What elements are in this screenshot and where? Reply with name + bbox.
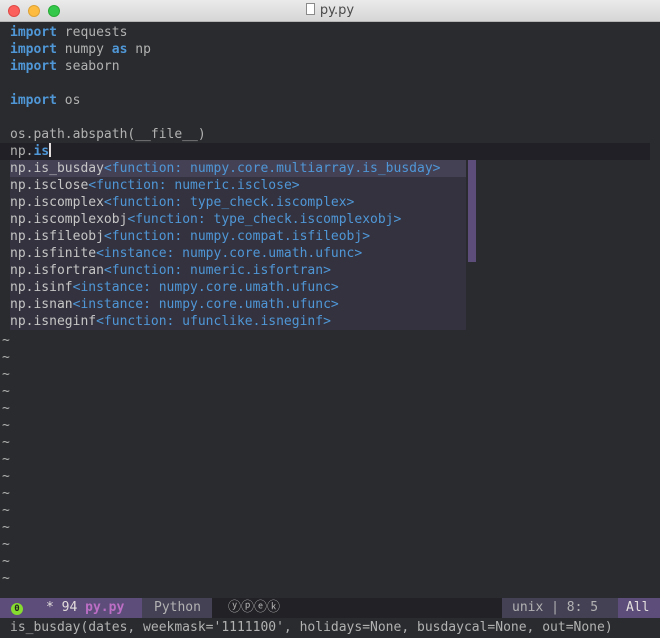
completion-item[interactable]: np.isfileobj<function: numpy.compat.isfi…	[10, 228, 466, 245]
completion-annotation: <function: numpy.compat.isfileobj>	[103, 229, 371, 244]
completion-scrollbar[interactable]	[468, 160, 476, 262]
completion-name: np.isclose	[10, 178, 89, 193]
code-text: numpy	[56, 42, 112, 57]
typed-text: is	[33, 144, 50, 159]
code-line[interactable]: os.path.abspath(__file__)	[0, 126, 206, 143]
empty-line-tilde: ~	[2, 418, 10, 433]
empty-line-tilde: ~	[2, 469, 10, 484]
empty-line-tilde: ~	[2, 486, 10, 501]
completion-item[interactable]: np.isneginf<function: ufunclike.isneginf…	[10, 313, 466, 330]
code-text: np.	[10, 144, 34, 159]
completion-item[interactable]: np.is_busday<function: numpy.core.multia…	[10, 160, 466, 177]
buffer-info-segment[interactable]: * 94 py.py	[34, 598, 142, 618]
code-text: np	[127, 42, 151, 57]
completion-annotation: <function: numeric.isfortran>	[103, 263, 331, 278]
major-mode-label: Python	[154, 600, 201, 615]
code-text: os	[56, 93, 81, 108]
keyword: import	[10, 59, 57, 74]
completion-annotation: <function: numpy.core.multiarray.is_busd…	[103, 161, 441, 176]
completion-item[interactable]: np.isclose<function: numeric.isclose>	[10, 177, 466, 194]
echo-area: is_busday(dates, weekmask='1111100', hol…	[0, 618, 660, 638]
code-text: requests	[56, 25, 128, 40]
completion-item[interactable]: np.iscomplex<function: type_check.iscomp…	[10, 194, 466, 211]
code-line[interactable]: import numpy as np	[0, 41, 151, 58]
completion-name: np.iscomplex	[10, 195, 104, 210]
document-icon	[305, 3, 315, 15]
completion-name: np.is_busday	[10, 161, 104, 176]
completion-name: np.isfileobj	[10, 229, 104, 244]
window-number-badge: 0	[11, 603, 23, 615]
empty-line-tilde: ~	[2, 384, 10, 399]
empty-line-tilde: ~	[2, 367, 10, 382]
code-line[interactable]: import seaborn	[0, 58, 120, 75]
completion-name: np.isneginf	[10, 314, 97, 329]
completion-annotation: <instance: numpy.core.umath.ufunc>	[72, 280, 339, 295]
minor-modes-label: ⓨⓟⓔⓚ	[228, 600, 281, 615]
buffer-size: * 94	[46, 600, 86, 615]
completion-name: np.isinf	[10, 280, 73, 295]
encoding-segment[interactable]: unix | 8: 5	[502, 598, 618, 618]
empty-line-tilde: ~	[2, 333, 10, 348]
empty-line-tilde: ~	[2, 435, 10, 450]
completion-name: np.isnan	[10, 297, 73, 312]
window-title-area: py.py	[0, 3, 660, 18]
completion-annotation: <function: type_check.iscomplex>	[103, 195, 355, 210]
keyword: import	[10, 42, 57, 57]
editor-buffer[interactable]: import requests import numpy as np impor…	[0, 22, 660, 598]
completion-annotation: <function: numeric.isclose>	[88, 178, 300, 193]
completion-item[interactable]: np.isinf<instance: numpy.core.umath.ufun…	[10, 279, 466, 296]
keyword: import	[10, 93, 57, 108]
scroll-position-segment: All	[618, 598, 660, 618]
keyword: as	[111, 42, 128, 57]
completion-list: np.is_busday<function: numpy.core.multia…	[10, 160, 466, 330]
scroll-position-label: All	[626, 600, 650, 615]
minor-modes-segment[interactable]: ⓨⓟⓔⓚ	[212, 598, 502, 618]
completion-name: np.isfortran	[10, 263, 104, 278]
mode-line: 0 * 94 py.py Python ⓨⓟⓔⓚ unix | 8: 5 All	[0, 598, 660, 618]
code-line[interactable]: import os	[0, 92, 80, 109]
completion-item[interactable]: np.isnan<instance: numpy.core.umath.ufun…	[10, 296, 466, 313]
keyword: import	[10, 25, 57, 40]
empty-line-tilde: ~	[2, 537, 10, 552]
buffer-name: py.py	[85, 600, 125, 615]
window-titlebar: py.py	[0, 0, 660, 22]
empty-line-tilde: ~	[2, 554, 10, 569]
empty-line-tilde: ~	[2, 503, 10, 518]
window-number-segment[interactable]: 0	[0, 598, 34, 618]
empty-line-tilde: ~	[2, 401, 10, 416]
empty-line-tilde: ~	[2, 571, 10, 586]
current-line[interactable]: np.is	[0, 143, 650, 160]
major-mode-segment[interactable]: Python	[142, 598, 212, 618]
encoding-position-label: unix | 8: 5	[512, 600, 599, 615]
text-cursor	[49, 143, 52, 157]
window-title: py.py	[319, 3, 355, 18]
completion-annotation: <function: type_check.iscomplexobj>	[127, 212, 402, 227]
completion-name: np.iscomplexobj	[10, 212, 128, 227]
completion-popup[interactable]: np.is_busday<function: numpy.core.multia…	[10, 160, 476, 330]
empty-line-tilde: ~	[2, 350, 10, 365]
code-line[interactable]: import requests	[0, 24, 127, 41]
completion-item[interactable]: np.iscomplexobj<function: type_check.isc…	[10, 211, 466, 228]
completion-annotation: <instance: numpy.core.umath.ufunc>	[96, 246, 363, 261]
completion-annotation: <instance: numpy.core.umath.ufunc>	[72, 297, 339, 312]
completion-item[interactable]: np.isfortran<function: numeric.isfortran…	[10, 262, 466, 279]
empty-line-tilde: ~	[2, 520, 10, 535]
code-text: seaborn	[56, 59, 120, 74]
completion-annotation: <function: ufunclike.isneginf>	[96, 314, 331, 329]
completion-name: np.isfinite	[10, 246, 97, 261]
completion-item[interactable]: np.isfinite<instance: numpy.core.umath.u…	[10, 245, 466, 262]
code-text: os.path.abspath(__file__)	[10, 127, 206, 142]
empty-line-tilde: ~	[2, 452, 10, 467]
